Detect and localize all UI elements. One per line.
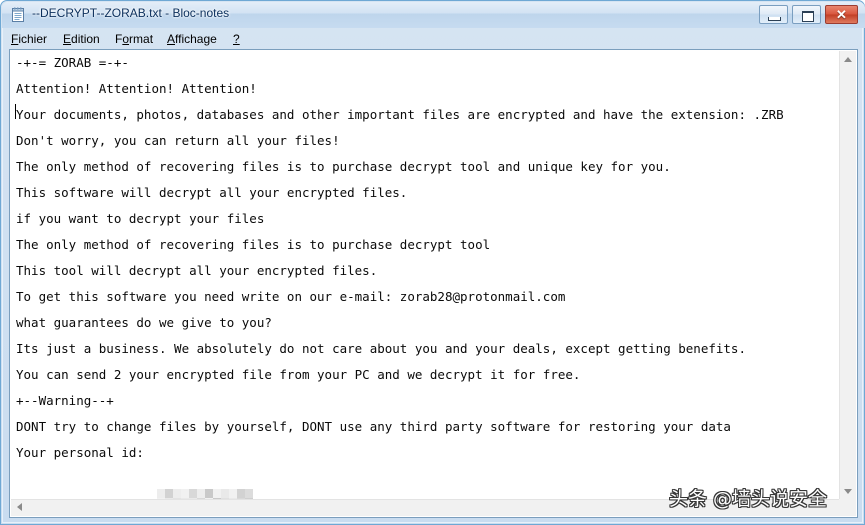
close-icon: ✕ <box>836 7 847 22</box>
text-line: The only method of recovering files is t… <box>16 159 671 174</box>
menu-item-affichage[interactable]: Affichage <box>165 31 219 47</box>
maximize-icon <box>802 11 814 22</box>
menu-item-format[interactable]: Format <box>113 31 155 47</box>
scroll-down-button[interactable] <box>840 483 856 500</box>
text-line: This software will decrypt all your encr… <box>16 185 408 200</box>
watermark: 头条 @墙头说安全 <box>669 488 828 510</box>
redaction-pixel <box>173 489 181 498</box>
minimize-icon <box>768 17 781 21</box>
menu-item-[interactable]: ? <box>231 31 242 47</box>
chevron-left-icon <box>17 503 22 511</box>
redaction-pixel <box>229 489 237 498</box>
text-line: The only method of recovering files is t… <box>16 237 491 252</box>
text-line: Its just a business. We absolutely do no… <box>16 341 746 356</box>
redaction-pixel <box>157 489 165 498</box>
text-line: Don't worry, you can return all your fil… <box>16 133 340 148</box>
menu-bar: Fichier Edition Format Affichage? <box>9 31 858 49</box>
title-bar[interactable]: --DECRYPT--ZORAB.txt - Bloc-notes ✕ <box>2 2 865 28</box>
menu-item-edition[interactable]: Edition <box>61 31 102 47</box>
redaction-pixel <box>213 489 221 498</box>
redaction-pixel <box>245 489 253 498</box>
text-line: DONT try to change files by yourself, DO… <box>16 419 731 434</box>
text-line: -+-= ZORAB =-+- <box>16 55 129 70</box>
text-line: Your personal id: <box>16 445 152 460</box>
text-area-frame: -+-= ZORAB =-+- Attention! Attention! Att… <box>9 49 858 518</box>
redaction-pixel <box>237 489 245 498</box>
redaction-pixel <box>205 489 213 498</box>
text-line: +--Warning--+ <box>16 393 114 408</box>
redaction-pixel <box>197 489 205 498</box>
notepad-icon <box>12 7 24 22</box>
scroll-up-button[interactable] <box>840 51 856 68</box>
redaction-pixel <box>189 489 197 498</box>
text-line: To get this software you need write on o… <box>16 289 566 304</box>
redaction-pixel <box>221 489 229 498</box>
scroll-left-button[interactable] <box>11 500 28 516</box>
notepad-window: --DECRYPT--ZORAB.txt - Bloc-notes ✕ Fich… <box>0 0 865 525</box>
maximize-button[interactable] <box>792 5 821 24</box>
chevron-up-icon <box>844 57 852 62</box>
text-caret <box>15 104 16 119</box>
minimize-button[interactable] <box>759 5 788 24</box>
menu-item-fichier[interactable]: Fichier <box>9 31 49 47</box>
vertical-scrollbar[interactable] <box>839 51 856 500</box>
chevron-down-icon <box>844 489 852 494</box>
text-editor[interactable]: -+-= ZORAB =-+- Attention! Attention! Att… <box>11 51 840 500</box>
redaction-pixel <box>181 489 189 498</box>
redaction-pixel <box>165 489 173 498</box>
window-title: --DECRYPT--ZORAB.txt - Bloc-notes <box>32 6 230 20</box>
text-line: This tool will decrypt all your encrypte… <box>16 263 378 278</box>
text-line: Attention! Attention! Attention! <box>16 81 257 96</box>
close-button[interactable]: ✕ <box>825 5 858 24</box>
text-line: Your documents, photos, databases and ot… <box>16 107 784 122</box>
text-line: what guarantees do we give to you? <box>16 315 272 330</box>
text-line: if you want to decrypt your files <box>16 211 265 226</box>
scrollbar-corner <box>839 499 856 516</box>
text-line: You can send 2 your encrypted file from … <box>16 367 581 382</box>
